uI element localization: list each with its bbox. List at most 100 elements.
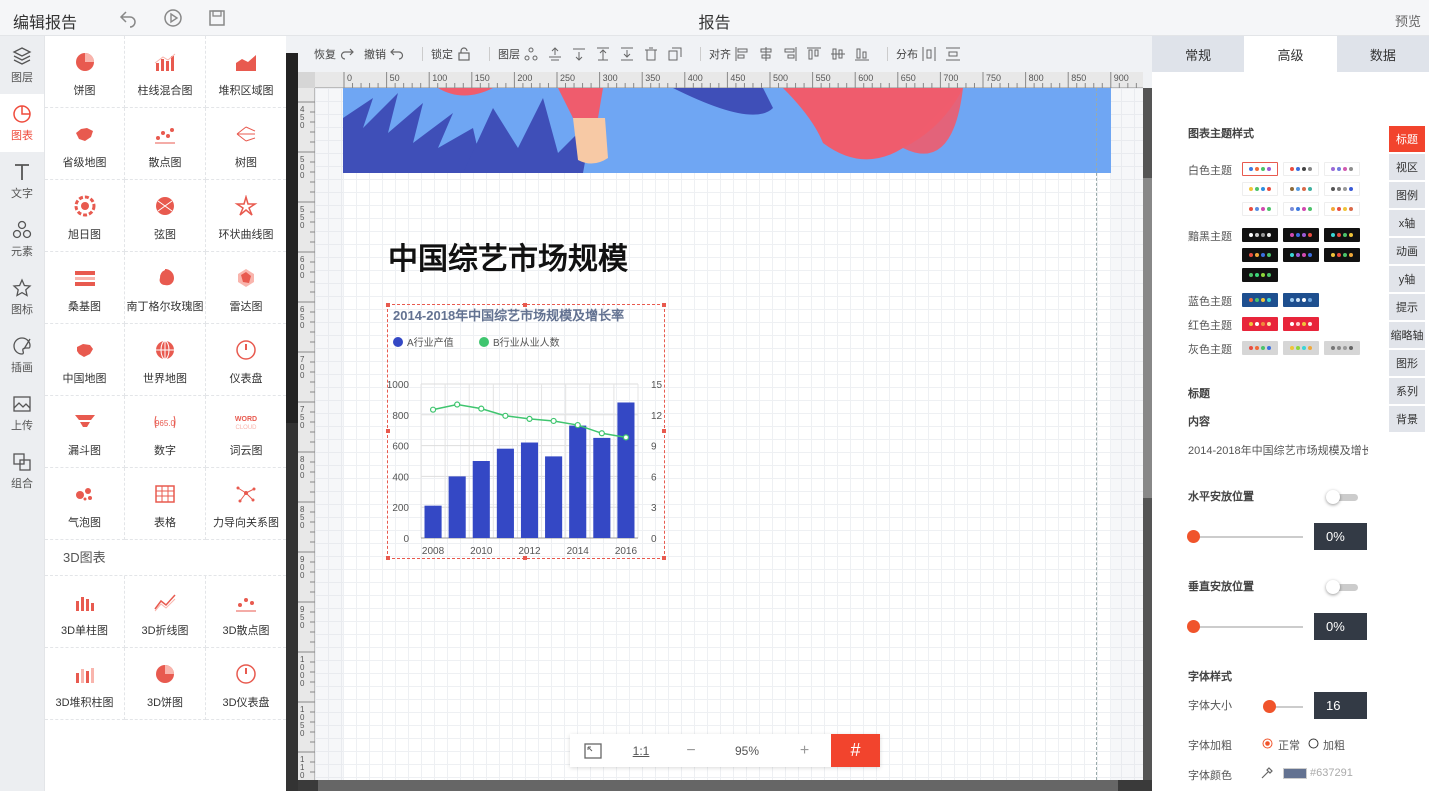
nav-item-text[interactable]: 文字 [0,152,44,210]
side-tab[interactable]: 图形 [1389,350,1425,376]
chart-type-item[interactable]: 饼图 [45,36,125,108]
send-bottom-icon[interactable] [620,47,634,61]
distribute-h-icon[interactable] [922,47,936,61]
font-size-value[interactable]: 16 [1314,692,1367,719]
chart-type-item[interactable]: 堆积区域图 [206,36,286,108]
theme-swatch[interactable] [1324,228,1360,242]
chart-type-item[interactable]: 弦图 [125,180,206,252]
chart-type-item[interactable]: 965.0 数字 [125,396,206,468]
chart-type-item[interactable]: 散点图 [125,108,206,180]
chart-type-item[interactable]: 世界地图 [125,324,206,396]
tab-advanced[interactable]: 高级 [1244,36,1337,72]
theme-swatch[interactable] [1242,182,1278,196]
layer-group-icon[interactable] [524,47,538,61]
chart-type-item[interactable]: 树图 [206,108,286,180]
side-tab[interactable]: 视区 [1389,154,1425,180]
delete-icon[interactable] [644,47,658,61]
chart-type-item[interactable]: 3D散点图 [206,576,286,648]
horizontal-position-slider[interactable] [1187,530,1303,544]
radio-normal-label[interactable]: 正常 [1278,737,1300,753]
radio-bold-label[interactable]: 加粗 [1323,737,1345,753]
align-top-icon[interactable] [807,47,821,61]
theme-swatch[interactable] [1324,162,1360,176]
chart-type-item[interactable]: WORD CLOUD 词云图 [206,396,286,468]
chart-type-item[interactable]: 雷达图 [206,252,286,324]
content-value[interactable]: 2014-2018年中国综艺市场规模及增长 [1188,442,1368,458]
vertical-position-value[interactable]: 0% [1314,613,1367,640]
chart-type-item[interactable]: 表格 [125,468,206,540]
side-tab[interactable]: 背景 [1389,406,1425,432]
chart-type-item[interactable]: 旭日图 [45,180,125,252]
horizontal-position-value[interactable]: 0% [1314,523,1367,550]
side-tab[interactable]: x轴 [1389,210,1425,236]
nav-item-group[interactable]: 组合 [0,442,44,500]
radio-normal[interactable] [1262,738,1273,749]
side-tab[interactable]: 提示 [1389,294,1425,320]
theme-swatch[interactable] [1242,228,1278,242]
theme-swatch[interactable] [1283,182,1319,196]
actual-size-button[interactable]: 1:1 [616,734,666,767]
font-size-slider[interactable] [1263,700,1303,714]
theme-swatch[interactable] [1324,202,1360,216]
theme-swatch[interactable] [1242,268,1278,282]
theme-swatch[interactable] [1242,317,1278,331]
theme-swatch[interactable] [1242,202,1278,216]
undo-icon[interactable] [390,47,404,61]
grid-toggle-button[interactable]: # [831,734,880,767]
preview-button[interactable]: 预览 [1395,11,1421,30]
fit-screen-button[interactable] [570,734,616,767]
vertical-position-toggle[interactable] [1326,580,1358,594]
theme-swatch[interactable] [1324,248,1360,262]
theme-swatch[interactable] [1242,293,1278,307]
nav-item-palette[interactable]: 插画 [0,326,44,384]
tab-data[interactable]: 数据 [1336,36,1429,72]
vertical-position-slider[interactable] [1187,620,1303,634]
nav-item-upload-image[interactable]: 上传 [0,384,44,442]
bring-top-icon[interactable] [596,47,610,61]
chart-widget[interactable]: 2014-2018年中国综艺市场规模及增长率 A行业产值 B行业从业人数 0 200 40… [386,303,666,560]
panel-scrollbar[interactable] [286,53,298,791]
tab-general[interactable]: 常规 [1152,36,1245,72]
chart-type-item[interactable]: 南丁格尔玫瑰图 [125,252,206,324]
chart-type-item[interactable]: 3D饼图 [125,648,206,720]
canvas-horizontal-scrollbar[interactable] [298,780,1152,791]
align-center-h-icon[interactable] [759,47,773,61]
theme-swatch[interactable] [1283,202,1319,216]
chart-type-item[interactable]: 仪表盘 [206,324,286,396]
theme-swatch[interactable] [1283,317,1319,331]
theme-swatch[interactable] [1283,228,1319,242]
side-tab[interactable]: 图例 [1389,182,1425,208]
align-left-icon[interactable] [735,47,749,61]
nav-item-chart[interactable]: 图表 [0,94,44,152]
chart-type-item[interactable]: 3D折线图 [125,576,206,648]
bring-up-icon[interactable] [548,47,562,61]
font-color-value[interactable]: #637291 [1310,767,1353,779]
canvas-vertical-scrollbar[interactable] [1143,88,1152,780]
chart-type-item[interactable]: 中国地图 [45,324,125,396]
chart-type-item[interactable]: 3D堆积柱图 [45,648,125,720]
banner-illustration[interactable] [343,88,1111,173]
chart-type-item[interactable]: 柱线混合图 [125,36,206,108]
theme-swatch[interactable] [1283,341,1319,355]
nav-item-star[interactable]: 图标 [0,268,44,326]
theme-swatch[interactable] [1283,248,1319,262]
chart-type-item[interactable]: 气泡图 [45,468,125,540]
page-heading[interactable]: 中国综艺市场规模 [388,234,628,278]
theme-swatch[interactable] [1324,182,1360,196]
align-bottom-icon[interactable] [855,47,869,61]
chart-type-item[interactable]: 桑基图 [45,252,125,324]
zoom-out-button[interactable]: − [666,734,716,767]
distribute-v-icon[interactable] [946,47,960,61]
design-canvas[interactable]: 中国综艺市场规模 2014-2018年中国综艺市场规模及增长率 A行业产值 B行业从… [315,88,1143,780]
horizontal-position-toggle[interactable] [1326,490,1358,504]
theme-swatch[interactable] [1242,341,1278,355]
copy-icon[interactable] [668,47,682,61]
send-down-icon[interactable] [572,47,586,61]
chart-type-item[interactable]: 力导向关系图 [206,468,286,540]
theme-swatch[interactable] [1283,293,1319,307]
side-tab[interactable]: y轴 [1389,266,1425,292]
theme-swatch[interactable] [1283,162,1319,176]
chart-type-item[interactable]: 省级地图 [45,108,125,180]
chart-type-item[interactable]: 漏斗图 [45,396,125,468]
theme-swatch[interactable] [1242,248,1278,262]
